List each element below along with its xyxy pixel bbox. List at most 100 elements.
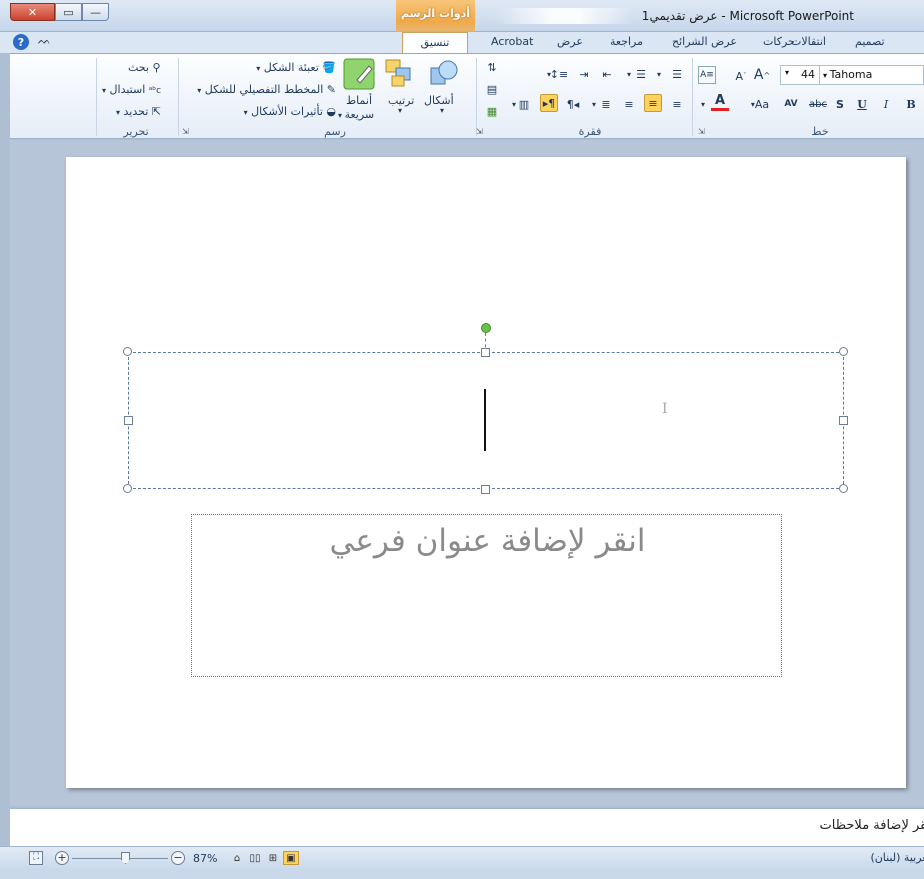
quick-styles-label-1[interactable]: أنماط [346,94,372,107]
chevron-down-icon: ▾ [243,108,248,117]
grow-font-button[interactable]: A ^ [753,66,771,84]
ltr-direction-icon[interactable]: ¶◂ [564,95,582,113]
slide-canvas: I انقر لإضافة عنوان فرعي [10,140,924,806]
resize-handle-top[interactable] [481,348,490,357]
tab-format[interactable]: تنسيق [402,32,468,54]
language-indicator[interactable]: العربية (لبنان) [870,851,924,864]
italic-button[interactable]: I [877,95,895,113]
resize-handle-top-left[interactable] [123,347,132,356]
character-spacing-button[interactable]: AV [780,95,802,113]
close-button[interactable]: ✕ [10,3,55,21]
chevron-down-icon[interactable]: ▾ [585,95,603,113]
effects-icon: ◒ [326,105,336,118]
resize-handle-bottom-left[interactable] [123,484,132,493]
quick-styles-label-2[interactable]: ▾ سريعة [338,108,374,121]
chevron-down-icon: ▾ [398,106,403,115]
resize-handle-bottom-right[interactable] [839,484,848,493]
select-label: تحديد [123,105,149,118]
shrink-font-button[interactable]: Aˇ [732,67,750,85]
pencil-icon: ✎ [326,83,336,96]
reading-view-icon[interactable]: ▯▯ [247,851,263,865]
strikethrough-button[interactable]: abc [807,95,829,113]
collapse-ribbon-icon[interactable]: ᨓ [38,34,51,48]
chevron-down-icon[interactable]: ▾ [698,95,708,113]
subtitle-placeholder[interactable]: انقر لإضافة عنوان فرعي [191,514,782,677]
slideshow-view-icon[interactable]: ⌂ [229,851,245,865]
chevron-down-icon[interactable]: ▾ [620,65,638,83]
slide[interactable]: I انقر لإضافة عنوان فرعي [66,157,906,788]
zoom-slider-track[interactable] [72,858,168,859]
font-group-label: خط [811,125,829,138]
shape-fill-label: تعبئة الشكل [263,61,319,74]
ibeam-cursor-icon: I [662,401,668,417]
bullets-icon[interactable]: ☰ [668,65,686,83]
font-name-box[interactable]: ▾ Tahoma [818,65,924,85]
drawing-dialog-launcher-icon[interactable]: ⇲ [182,127,189,136]
shape-effects-button[interactable]: ◒ تأثيرات الأشكال ▾ [234,105,336,118]
shapes-label[interactable]: أشكال [424,94,454,107]
group-separator [96,58,97,136]
maximize-button[interactable]: ▭ [55,3,82,21]
select-button[interactable]: ▾ تحديد ⇱ [116,105,161,118]
zoom-level[interactable]: 87% [193,852,217,865]
resize-handle-bottom[interactable] [481,485,490,494]
rotation-handle[interactable] [481,323,491,333]
bold-button[interactable]: B [902,95,920,113]
normal-view-icon[interactable]: ▣ [283,851,299,865]
change-case-button[interactable]: ▾ Aa [746,95,774,113]
smartart-icon[interactable]: ▦ [483,102,501,120]
quick-styles-icon[interactable] [343,58,375,90]
find-button[interactable]: بحث ⚲ [128,61,161,74]
binoculars-icon: ⚲ [152,61,161,74]
increase-indent-icon[interactable]: ⇥ [575,65,593,83]
notes-pane[interactable]: انقر لإضافة ملاحظات [10,808,924,846]
decrease-indent-icon[interactable]: ⇤ [598,65,616,83]
fit-slide-icon[interactable]: ⛶ [29,851,43,865]
font-size-box[interactable]: ▾ 44 [780,65,820,85]
tab-acrobat[interactable]: Acrobat [491,35,533,48]
chevron-down-icon[interactable]: ▾ [650,65,668,83]
font-dialog-launcher-icon[interactable]: ⇲ [698,127,705,136]
chevron-down-icon[interactable]: ▾ [505,95,523,113]
slide-sorter-icon[interactable]: ⊞ [265,851,281,865]
minimize-button[interactable]: — [82,3,109,21]
resize-handle-left[interactable] [124,416,133,425]
tab-review[interactable]: مراجعة [610,35,643,48]
window-title: عرض تقديمي1 - Microsoft PowerPoint [641,9,854,23]
tab-slideshow[interactable]: عرض الشرائح [672,35,737,48]
shape-effects-label: تأثيرات الأشكال [251,105,323,118]
align-text-icon[interactable]: ▤ [483,80,501,98]
paragraph-dialog-launcher-icon[interactable]: ⇲ [476,127,483,136]
zoom-out-button[interactable]: − [171,851,185,865]
shrink-font-icon: A [735,69,744,83]
text-direction-icon[interactable]: ⇅ [483,58,501,76]
font-color-button[interactable]: A [711,93,729,111]
shadow-button[interactable]: S [831,95,849,113]
underline-button[interactable]: U [853,95,871,113]
tab-transitions[interactable]: انتقالات [791,35,826,48]
title-placeholder[interactable]: I [128,352,844,489]
status-bar: ⛶ + − 87% ⌂ ▯▯ ⊞ ▣ العربية (لبنان) [0,846,924,870]
group-separator [692,58,693,136]
align-center-icon[interactable]: ≡ [644,94,662,112]
resize-handle-right[interactable] [839,416,848,425]
zoom-in-button[interactable]: + [55,851,69,865]
tab-view[interactable]: عرض [557,35,583,48]
rtl-direction-icon[interactable]: ▸¶ [540,94,558,112]
resize-handle-top-right[interactable] [839,347,848,356]
zoom-slider-thumb[interactable] [121,852,130,864]
shapes-icon[interactable] [428,58,458,88]
shape-fill-button[interactable]: 🪣 تعبئة الشكل ▾ [250,61,336,74]
align-left-icon[interactable]: ≡ [620,95,638,113]
align-right-icon[interactable]: ≡ [668,95,686,113]
arrange-icon[interactable] [384,58,414,88]
replace-button[interactable]: ▾ استبدال ᵃᵇc [102,83,161,96]
tab-animations[interactable]: حركات [763,35,795,48]
cursor-icon: ⇱ [151,105,162,118]
change-case-label: Aa [754,97,770,111]
clear-format-icon[interactable]: A≡ [698,66,716,84]
shape-outline-button[interactable]: ✎ المخطط التفصيلي للشكل ▾ [186,83,336,96]
help-icon[interactable]: ? [13,34,29,50]
tab-design[interactable]: تصميم [855,35,885,48]
chevron-down-icon[interactable]: ▾ [540,65,558,83]
